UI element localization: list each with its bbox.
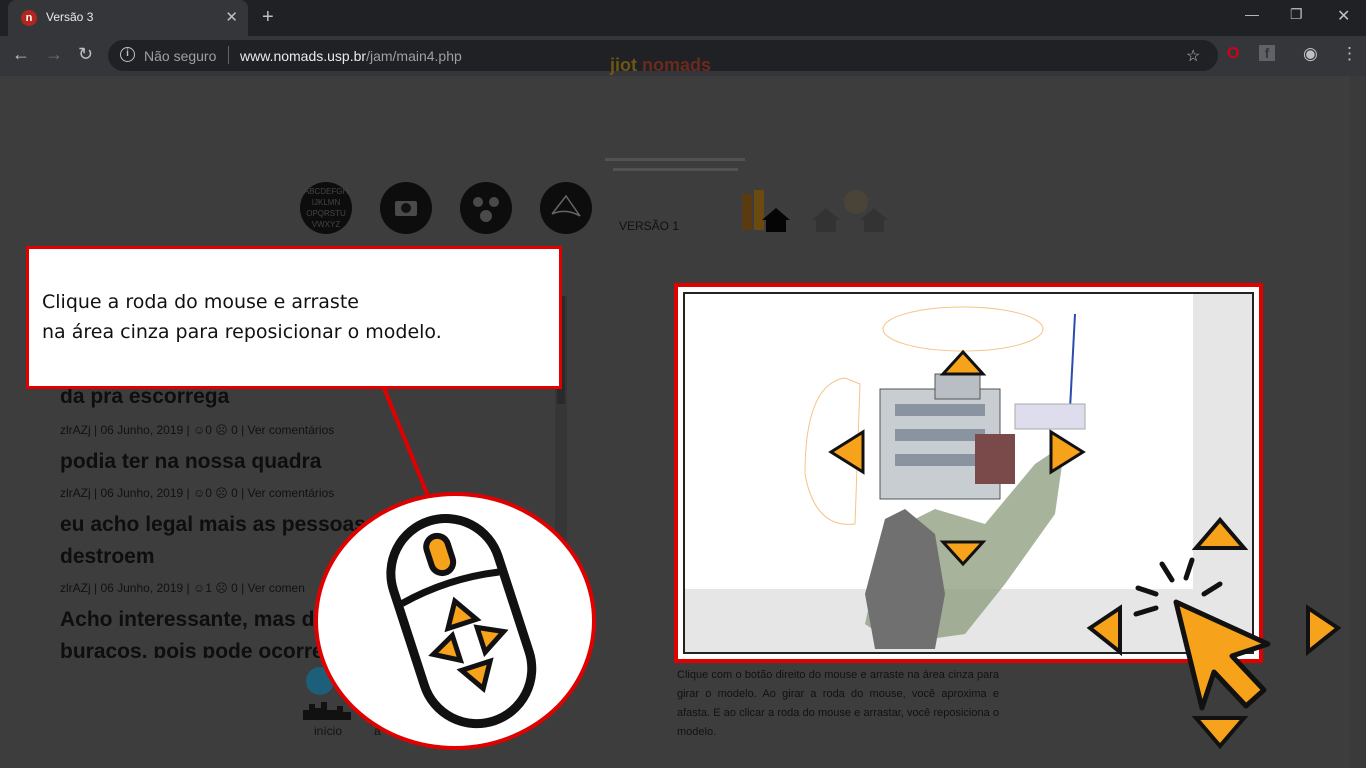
forward-icon[interactable]: → xyxy=(45,44,63,65)
bookmark-star-icon[interactable]: ☆ xyxy=(1186,46,1200,66)
page-scrollbar[interactable] xyxy=(1350,76,1366,768)
cursor-pan-indicator xyxy=(1086,516,1342,750)
restore-icon[interactable]: ❐ xyxy=(1290,6,1303,23)
callout-line-1: Clique a roda do mouse e arraste xyxy=(42,291,359,313)
post-title-cont: buracos, pois pode ocorre xyxy=(60,640,324,658)
url-text: www.nomads.usp.br/jam/main4.php xyxy=(240,48,462,64)
logo-right: nomads xyxy=(642,55,712,75)
site-logo[interactable]: jiot nomads xyxy=(610,55,711,76)
post-meta: zlrAZj | 06 Junho, 2019 | ☺1 ☹ 0 | Ver c… xyxy=(60,581,305,595)
camera-circle-button[interactable] xyxy=(380,182,432,234)
house-icon-1 xyxy=(762,208,790,232)
security-label: Não seguro xyxy=(144,48,217,64)
logo-left: jiot xyxy=(610,55,637,75)
post-meta: zlrAZj | 06 Junho, 2019 | ☺0 ☹ 0 | Ver c… xyxy=(60,486,335,500)
pan-up-arrow xyxy=(939,349,987,376)
new-tab-button[interactable]: + xyxy=(262,6,274,29)
cursor-left-arrow-icon xyxy=(1086,604,1122,657)
post-title-cont: destroem xyxy=(60,545,155,568)
favicon-icon: n xyxy=(21,10,37,26)
mouse-illustration xyxy=(314,492,596,750)
reload-icon[interactable]: ↻ xyxy=(78,44,93,65)
cursor-up-arrow-icon xyxy=(1191,516,1249,550)
version-label[interactable]: VERSÃO 1 xyxy=(619,219,679,233)
people-icon xyxy=(473,197,499,222)
post-title: Acho interessante, mas de xyxy=(60,608,327,631)
house-icon-3 xyxy=(860,208,888,232)
cursor-arrow-icon xyxy=(1173,599,1271,711)
viewer-instructions: Clique com o botão direito do mouse e ar… xyxy=(677,669,999,738)
people-circle-button[interactable] xyxy=(460,182,512,234)
camera-icon xyxy=(395,201,417,216)
callout-line-2: na área cinza para reposicionar o modelo… xyxy=(42,321,442,343)
tab-strip: n Versão 3 ✕ + — ❐ ✕ xyxy=(0,0,1366,36)
browser-tab[interactable]: n Versão 3 ✕ xyxy=(8,0,248,36)
shape-circle-button[interactable] xyxy=(540,182,592,234)
opera-extension-icon[interactable]: O xyxy=(1227,45,1239,63)
cursor-down-arrow-icon xyxy=(1191,716,1249,750)
tab-title: Versão 3 xyxy=(46,10,94,24)
logo-tagline xyxy=(605,158,745,161)
facebook-extension-icon[interactable]: f xyxy=(1259,45,1275,61)
mouse-icon xyxy=(386,513,537,729)
close-tab-icon[interactable]: ✕ xyxy=(225,8,238,26)
minimize-icon[interactable]: — xyxy=(1245,6,1259,22)
pan-right-arrow xyxy=(1049,429,1086,475)
profile-icon[interactable]: ◉ xyxy=(1303,44,1318,64)
post-title: podia ter na nossa quadra xyxy=(60,450,322,473)
pan-left-arrow xyxy=(828,429,865,475)
url-domain: www.nomads.usp.br xyxy=(240,48,367,64)
address-divider xyxy=(228,46,229,64)
alphabet-circle-button[interactable]: ABCDEFGH IJKLMN OPQRSTU VWXYZ xyxy=(300,182,352,234)
info-icon[interactable]: i xyxy=(120,47,135,62)
back-icon[interactable]: ← xyxy=(12,44,30,65)
callout-pointer-line xyxy=(382,387,430,497)
shape-icon xyxy=(551,194,581,217)
window-close-icon[interactable]: ✕ xyxy=(1337,6,1350,26)
post-meta: zlrAZj | 06 Junho, 2019 | ☺0 ☹ 0 | Ver c… xyxy=(60,423,335,437)
version-house-icons[interactable] xyxy=(740,188,890,236)
house-icon-2 xyxy=(812,208,840,232)
instruction-callout: Clique a roda do mouse e arraste na área… xyxy=(26,246,562,389)
url-path: /jam/main4.php xyxy=(366,48,462,64)
logo-tagline-2 xyxy=(613,168,738,171)
menu-icon[interactable]: ⋮ xyxy=(1341,44,1358,64)
cursor-right-arrow-icon xyxy=(1306,604,1342,657)
